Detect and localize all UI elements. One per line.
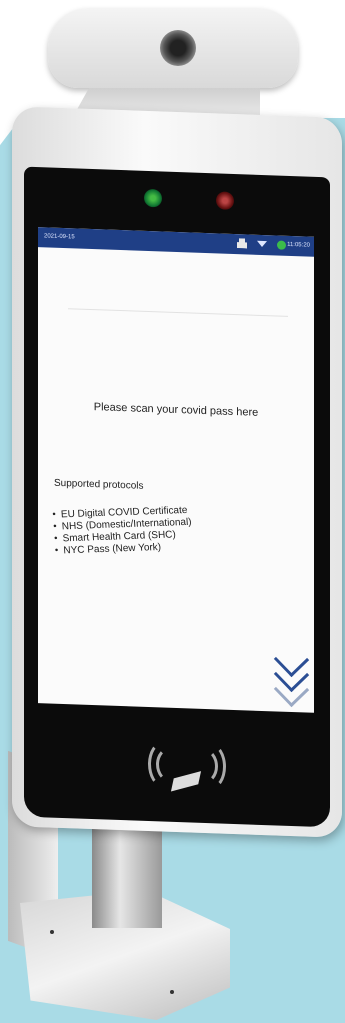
scan-prompt: Please scan your covid pass here	[93, 401, 259, 419]
status-time: 11:05:20	[287, 241, 310, 249]
status-bar: 2021-09-15 11:05:20	[38, 227, 314, 257]
scroll-down-indicator	[273, 641, 309, 708]
camera-module	[48, 8, 298, 88]
divider	[68, 308, 288, 317]
protocol-list: EU Digital COVID Certificate NHS (Domest…	[52, 505, 194, 558]
display-screen: 2021-09-15 11:05:20 Please scan your cov…	[38, 227, 314, 713]
green-sensor-icon	[144, 188, 162, 208]
usb-icon	[237, 238, 247, 248]
status-date: 2021-09-15	[44, 233, 75, 241]
device-body: 2021-09-15 11:05:20 Please scan your cov…	[12, 106, 342, 838]
status-icons	[237, 238, 286, 250]
shield-icon	[277, 239, 286, 250]
red-sensor-icon	[216, 191, 234, 210]
protocols-title: Supported protocols	[54, 477, 144, 492]
stand-pole	[92, 828, 162, 928]
bolt-icon	[50, 930, 54, 934]
wifi-icon	[257, 240, 267, 248]
screen-bezel: 2021-09-15 11:05:20 Please scan your cov…	[24, 166, 330, 828]
camera-lens-icon	[160, 30, 196, 66]
nfc-reader-icon	[142, 731, 232, 804]
bolt-icon	[170, 990, 174, 994]
